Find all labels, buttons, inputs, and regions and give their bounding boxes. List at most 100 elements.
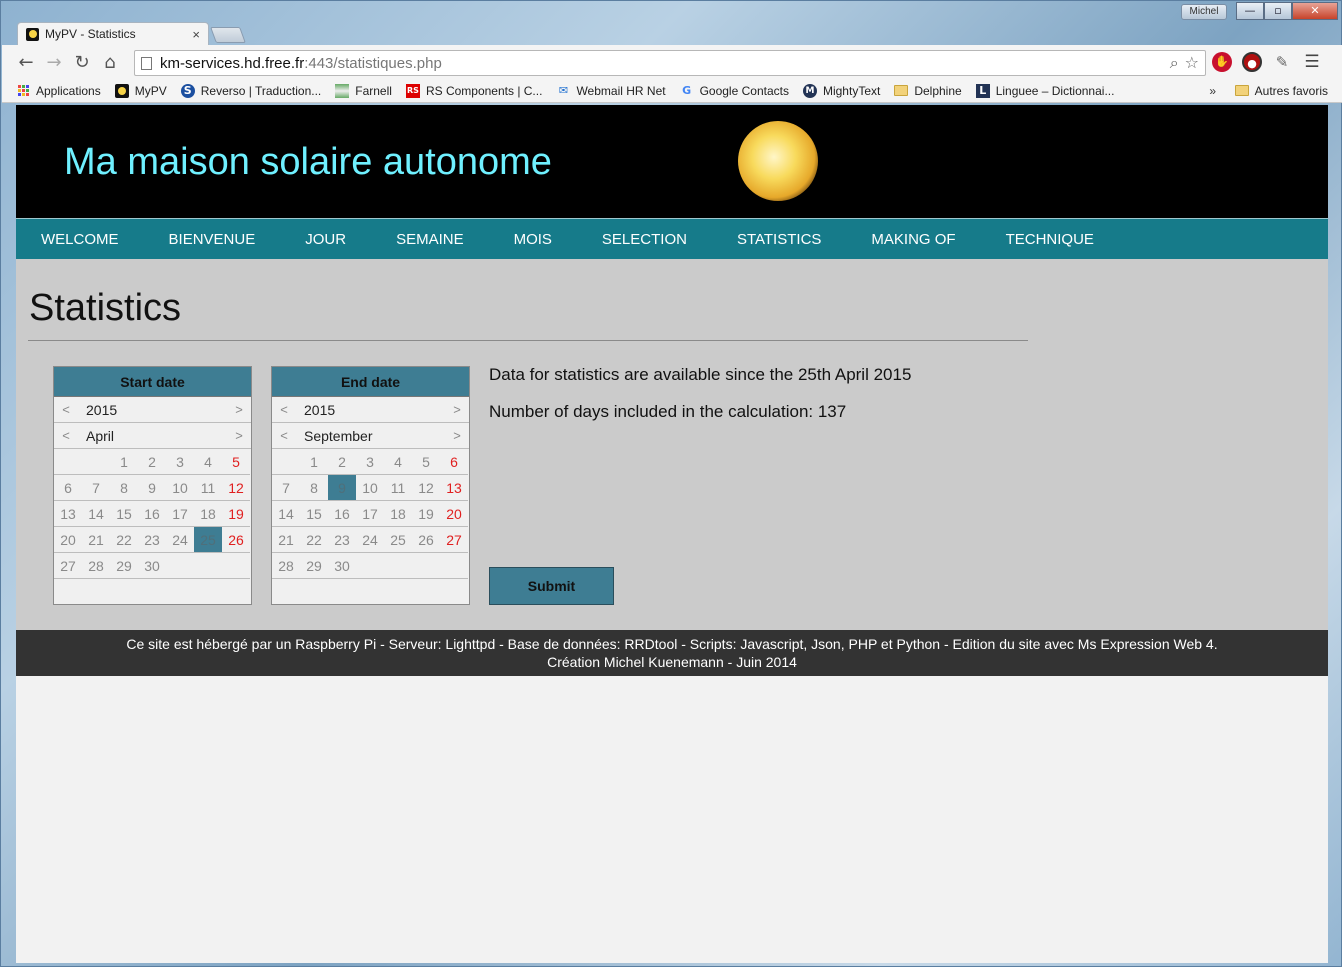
bookmark-mypv[interactable]: MyPV [114,83,167,98]
prev-month-button[interactable]: < [54,428,78,443]
day-cell[interactable]: 5 [222,449,250,475]
day-cell[interactable]: 4 [384,449,412,475]
day-cell[interactable]: 7 [272,475,300,501]
day-cell[interactable]: 18 [384,501,412,527]
nav-item-statistics[interactable]: STATISTICS [737,231,821,248]
bookmark-webmail[interactable]: ✉ Webmail HR Net [556,84,666,98]
next-month-button[interactable]: > [227,428,251,443]
close-window-button[interactable]: ✕ [1292,2,1338,20]
forward-icon[interactable]: → [40,52,68,73]
day-cell[interactable]: 27 [54,553,82,579]
other-bookmarks[interactable]: Autres favoris [1234,84,1328,98]
zoom-icon[interactable]: ⌕ [1170,53,1179,73]
day-cell[interactable]: 16 [138,501,166,527]
day-cell[interactable]: 22 [110,527,138,553]
bookmark-applications[interactable]: Applications [16,84,101,98]
home-icon[interactable]: ⌂ [96,52,124,73]
nav-item-making-of[interactable]: MAKING OF [871,231,955,248]
day-cell[interactable]: 20 [54,527,82,553]
day-cell[interactable]: 26 [222,527,250,553]
close-tab-icon[interactable]: × [192,27,200,42]
day-cell[interactable]: 22 [300,527,328,553]
day-cell[interactable]: 30 [138,553,166,579]
nav-item-jour[interactable]: JOUR [305,231,346,248]
next-year-button[interactable]: > [445,402,469,417]
day-cell[interactable]: 6 [440,449,468,475]
nav-item-technique[interactable]: TECHNIQUE [1006,231,1094,248]
day-cell[interactable]: 9 [138,475,166,501]
bookmark-farnell[interactable]: Farnell [335,83,392,98]
day-cell[interactable]: 1 [300,449,328,475]
nav-item-welcome[interactable]: WELCOME [41,231,119,248]
maximize-button[interactable]: ▫ [1264,2,1292,20]
submit-button[interactable]: Submit [489,567,614,605]
day-cell[interactable]: 21 [272,527,300,553]
nav-item-semaine[interactable]: SEMAINE [396,231,464,248]
nav-item-bienvenue[interactable]: BIENVENUE [169,231,256,248]
day-cell[interactable]: 15 [300,501,328,527]
day-cell[interactable]: 8 [110,475,138,501]
day-cell[interactable]: 17 [356,501,384,527]
day-cell[interactable]: 12 [412,475,440,501]
reload-icon[interactable]: ↻ [68,52,96,73]
bookmark-delphine[interactable]: Delphine [894,84,962,98]
day-cell[interactable]: 23 [328,527,356,553]
day-cell[interactable]: 3 [356,449,384,475]
day-cell[interactable]: 4 [194,449,222,475]
day-cell[interactable]: 25 [384,527,412,553]
menu-icon[interactable]: ☰ [1302,52,1322,72]
bookmark-rs-components[interactable]: RS RS Components | C... [405,83,542,98]
minimize-button[interactable]: — [1236,2,1264,20]
day-cell[interactable]: 27 [440,527,468,553]
day-cell[interactable]: 16 [328,501,356,527]
profile-badge[interactable]: Michel [1181,4,1227,20]
back-icon[interactable]: ← [12,52,40,73]
day-cell[interactable]: 25 [194,527,222,553]
day-cell[interactable]: 11 [384,475,412,501]
day-cell[interactable]: 2 [138,449,166,475]
day-cell[interactable]: 15 [110,501,138,527]
day-cell[interactable]: 29 [300,553,328,579]
day-cell[interactable]: 18 [194,501,222,527]
day-cell[interactable]: 8 [300,475,328,501]
bookmark-linguee[interactable]: L Linguee – Dictionnai... [975,83,1114,98]
day-cell[interactable]: 28 [272,553,300,579]
prev-month-button[interactable]: < [272,428,296,443]
day-cell[interactable]: 10 [356,475,384,501]
day-cell[interactable]: 6 [54,475,82,501]
more-bookmarks-button[interactable]: » [1209,84,1216,98]
bookmark-reverso[interactable]: S Reverso | Traduction... [180,83,321,98]
bookmark-star-icon[interactable]: ☆ [1185,53,1199,73]
day-cell[interactable]: 30 [328,553,356,579]
day-cell[interactable]: 17 [166,501,194,527]
next-month-button[interactable]: > [445,428,469,443]
eyedropper-icon[interactable]: ✎ [1272,52,1292,72]
nav-item-mois[interactable]: MOIS [514,231,552,248]
day-cell[interactable]: 19 [412,501,440,527]
day-cell[interactable]: 9 [328,475,356,501]
day-cell[interactable]: 12 [222,475,250,501]
day-cell[interactable]: 10 [166,475,194,501]
next-year-button[interactable]: > [227,402,251,417]
day-cell[interactable]: 13 [54,501,82,527]
day-cell[interactable]: 7 [82,475,110,501]
day-cell[interactable]: 5 [412,449,440,475]
day-cell[interactable]: 26 [412,527,440,553]
day-cell[interactable]: 19 [222,501,250,527]
day-cell[interactable]: 14 [272,501,300,527]
tab-mypv-statistics[interactable]: MyPV - Statistics × [17,22,209,45]
day-cell[interactable]: 24 [356,527,384,553]
day-cell[interactable]: 20 [440,501,468,527]
nav-item-selection[interactable]: SELECTION [602,231,687,248]
adblock-icon[interactable]: ✋ [1212,52,1232,72]
day-cell[interactable]: 21 [82,527,110,553]
address-bar[interactable]: km-services.hd.free.fr:443/statistiques.… [134,50,1206,76]
prev-year-button[interactable]: < [272,402,296,417]
day-cell[interactable]: 11 [194,475,222,501]
day-cell[interactable]: 3 [166,449,194,475]
day-cell[interactable]: 2 [328,449,356,475]
day-cell[interactable]: 28 [82,553,110,579]
day-cell[interactable]: 13 [440,475,468,501]
day-cell[interactable]: 29 [110,553,138,579]
day-cell[interactable]: 1 [110,449,138,475]
